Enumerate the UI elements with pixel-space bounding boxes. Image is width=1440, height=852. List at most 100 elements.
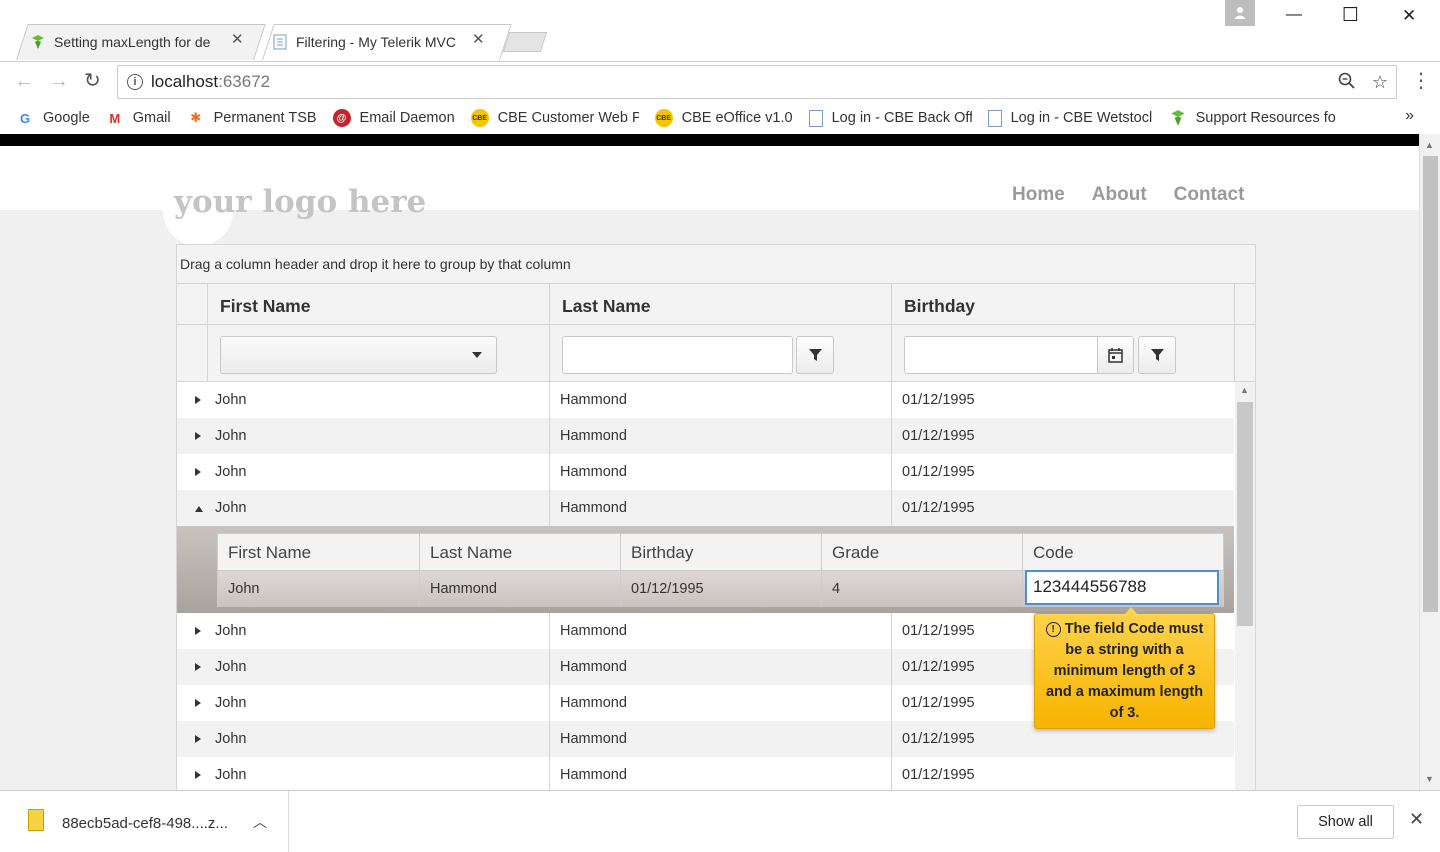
reload-icon[interactable]: ↻ [84, 68, 101, 93]
daemon-icon: @ [332, 109, 351, 127]
detail-header-birthday[interactable]: Birthday [620, 534, 822, 571]
zoom-icon[interactable] [1338, 72, 1356, 90]
site-logo[interactable]: your logo here [174, 184, 426, 220]
bookmark-ptsb[interactable]: ✱ Permanent TSB [187, 109, 317, 127]
birthday-filter-button[interactable] [1138, 336, 1176, 374]
cell-last-name: Hammond [549, 757, 892, 793]
bookmark-cbe-wetstock[interactable]: Log in - CBE Wetstocl [987, 109, 1153, 127]
grid-filter-row [177, 325, 1255, 382]
table-row[interactable]: John Hammond 01/12/1995 [177, 382, 1234, 418]
cell-last-name: Hammond [549, 382, 892, 418]
scroll-up-icon[interactable]: ▲ [1425, 140, 1434, 150]
info-icon[interactable]: i [127, 74, 143, 90]
cell-first-name: John [215, 731, 247, 747]
cell-birthday: 01/12/1995 [891, 757, 1234, 793]
expand-icon[interactable] [195, 735, 201, 743]
expand-icon[interactable] [195, 432, 201, 440]
table-row[interactable]: John Hammond 01/12/1995 [177, 418, 1234, 454]
minimize-icon[interactable]: — [1286, 6, 1302, 24]
grid-scrollbar-thumb[interactable] [1237, 402, 1253, 626]
nav-contact[interactable]: Contact [1174, 184, 1245, 206]
calendar-button[interactable] [1097, 337, 1133, 373]
expand-icon[interactable] [195, 771, 201, 779]
nav-home[interactable]: Home [1012, 184, 1065, 206]
detail-cell-birthday: 01/12/1995 [620, 571, 822, 607]
expand-icon[interactable] [195, 699, 201, 707]
cell-first-name: John [215, 623, 247, 639]
detail-cell-grade: 4 [821, 571, 1023, 607]
tab-setting-maxlength[interactable]: Setting maxLength for de [30, 24, 230, 60]
header-first-name[interactable]: First Name [207, 284, 550, 324]
table-row[interactable]: John Hammond 01/12/1995 [177, 757, 1234, 793]
cell-last-name: Hammond [549, 490, 892, 526]
grid-body: John Hammond 01/12/1995 John Hammond 01/… [177, 382, 1234, 793]
collapse-icon[interactable] [195, 506, 203, 512]
maximize-icon[interactable]: ☐ [1342, 4, 1359, 27]
expand-icon[interactable] [195, 468, 201, 476]
scroll-up-icon[interactable]: ▲ [1240, 385, 1249, 395]
address-bar[interactable]: i localhost:63672 ☆ [117, 65, 1397, 99]
last-name-filter-input[interactable] [562, 336, 793, 374]
close-window-icon[interactable]: ✕ [1402, 6, 1416, 26]
support-icon [1170, 110, 1185, 126]
back-icon[interactable]: ← [14, 70, 34, 93]
expand-icon[interactable] [195, 627, 201, 635]
bookmark-support[interactable]: Support Resources fo [1169, 109, 1338, 127]
scroll-down-icon[interactable]: ▼ [1425, 774, 1434, 784]
close-tab-icon[interactable]: ✕ [472, 30, 485, 48]
grid-header-row: First Name Last Name Birthday [177, 284, 1255, 325]
tab-filtering[interactable]: Filtering - My Telerik MVC [272, 24, 472, 60]
profile-button[interactable] [1225, 0, 1255, 26]
first-name-filter-dropdown[interactable] [220, 336, 497, 374]
group-panel[interactable]: Drag a column header and drop it here to… [177, 245, 1255, 284]
scrollbar-thumb[interactable] [1423, 156, 1438, 612]
browser-menu-icon[interactable]: ⋮ [1411, 68, 1431, 93]
bookmark-cbe-backoffice[interactable]: Log in - CBE Back Off [808, 109, 972, 127]
header-label: Last Name [562, 296, 651, 316]
detail-header-first-name[interactable]: First Name [218, 534, 420, 571]
bookmark-cbe-eoffice[interactable]: CBE CBE eOffice v1.0 [654, 109, 793, 127]
nav-about[interactable]: About [1092, 184, 1147, 206]
bookmark-label: CBE Customer Web P [497, 110, 639, 126]
bookmark-cbe-customer[interactable]: CBE CBE Customer Web P [470, 109, 639, 127]
header-last-name[interactable]: Last Name [549, 284, 892, 324]
birthday-filter-input[interactable] [904, 336, 1134, 374]
expand-icon[interactable] [195, 663, 201, 671]
chevron-up-icon[interactable]: ︿ [253, 812, 267, 832]
cell-first-name: John [215, 767, 247, 783]
forward-icon[interactable]: → [49, 70, 69, 93]
bookmark-label: Log in - CBE Back Off [831, 110, 972, 126]
bookmark-label: Google [43, 110, 90, 126]
code-edit-input[interactable]: 123444556788 [1025, 570, 1219, 605]
cell-birthday: 01/12/1995 [891, 490, 1234, 526]
bookmarks-overflow-button[interactable]: » [1405, 107, 1414, 125]
cbe-icon: CBE [654, 109, 673, 127]
detail-header-grade[interactable]: Grade [821, 534, 1023, 571]
table-row-expanded[interactable]: John Hammond 01/12/1995 [177, 490, 1234, 526]
page-scrollbar[interactable]: ▲ ▼ [1419, 134, 1440, 790]
expand-icon[interactable] [195, 396, 201, 404]
bookmark-email-daemon[interactable]: @ Email Daemon [332, 109, 455, 127]
validation-tooltip: ! The field Code must be a string with a … [1034, 607, 1215, 729]
close-download-bar-icon[interactable]: ✕ [1409, 809, 1424, 830]
bookmark-label: CBE eOffice v1.0 [681, 110, 793, 126]
new-tab-button[interactable] [502, 32, 548, 52]
page-icon [987, 109, 1002, 127]
download-item[interactable]: 88ecb5ad-cef8-498....z... ︿ [0, 791, 289, 852]
bookmark-label: Permanent TSB [213, 110, 317, 126]
grid-scrollbar[interactable]: ▲ [1235, 382, 1255, 793]
detail-header-last-name[interactable]: Last Name [419, 534, 621, 571]
header-birthday[interactable]: Birthday [891, 284, 1234, 324]
table-row[interactable]: John Hammond 01/12/1995 [177, 454, 1234, 490]
close-tab-icon[interactable]: ✕ [231, 30, 244, 48]
last-name-filter-button[interactable] [796, 336, 834, 374]
cell-first-name: John [215, 500, 247, 516]
detail-header-code[interactable]: Code [1022, 534, 1224, 571]
cell-birthday: 01/12/1995 [891, 418, 1234, 454]
bookmark-google[interactable]: G Google [16, 109, 90, 127]
bookmark-gmail[interactable]: M Gmail [106, 109, 170, 127]
bookmark-star-icon[interactable]: ☆ [1372, 72, 1388, 93]
cell-last-name: Hammond [549, 454, 892, 490]
show-all-button[interactable]: Show all [1297, 805, 1394, 839]
filter-cell-first-name [207, 325, 550, 381]
